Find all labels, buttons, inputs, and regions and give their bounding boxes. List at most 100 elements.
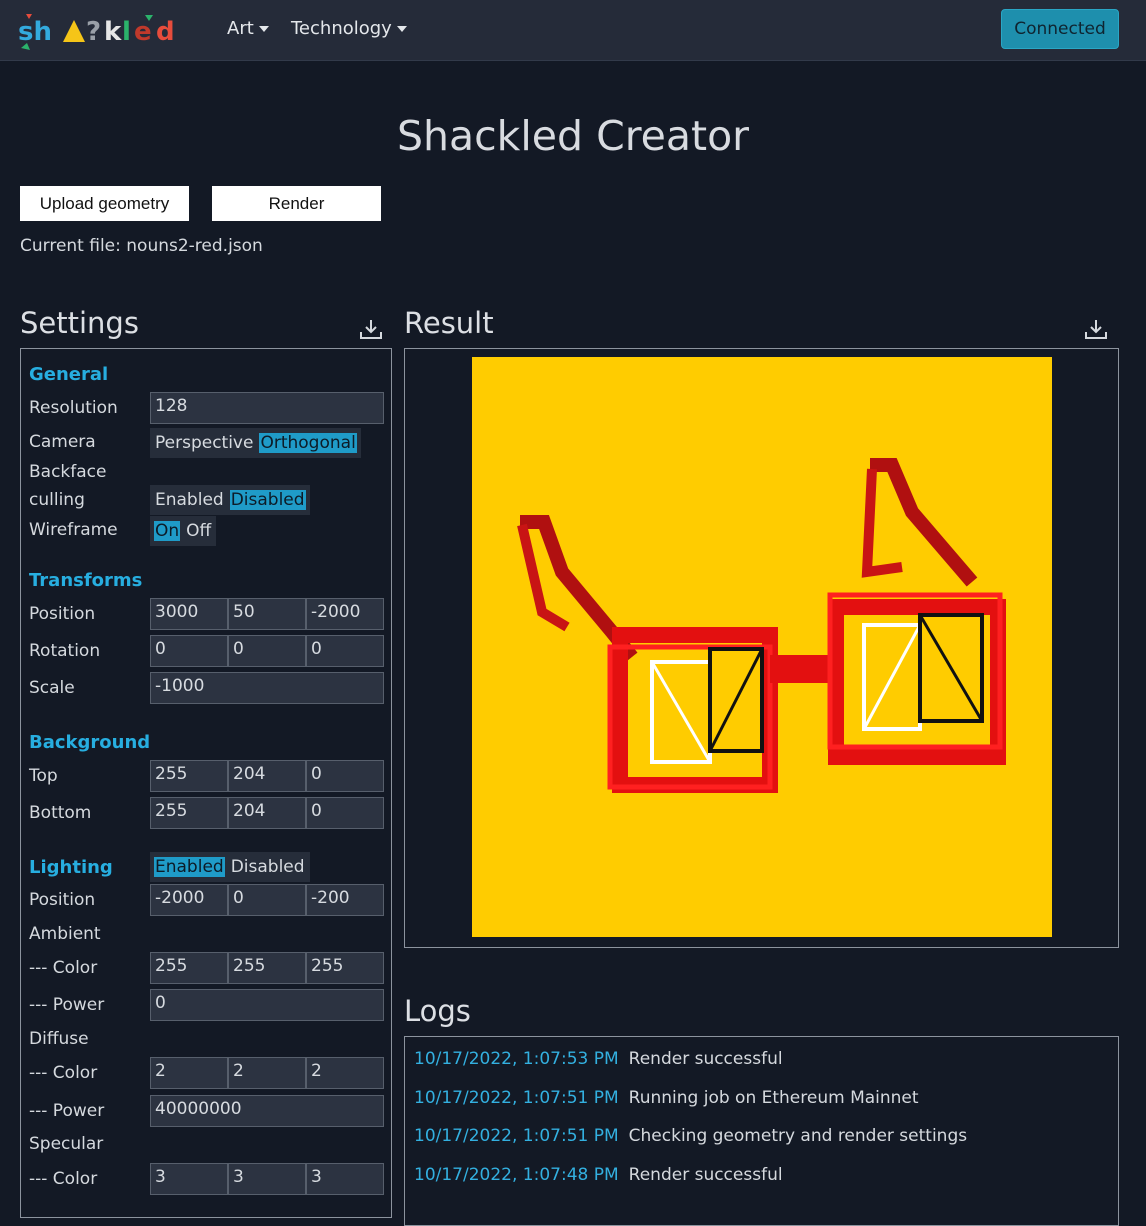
lighting-position-y-input[interactable]: 0: [228, 884, 306, 916]
nav-technology-label: Technology: [291, 18, 392, 39]
wireframe-on-option[interactable]: On: [154, 521, 181, 541]
camera-label: Camera: [29, 432, 96, 452]
background-top-g-input[interactable]: 204: [228, 760, 306, 792]
background-bottom-r-input[interactable]: 255: [150, 797, 228, 829]
position-z-input[interactable]: -2000: [306, 598, 384, 630]
svg-text:k: k: [104, 17, 122, 47]
rendered-glasses-image: [517, 458, 1006, 793]
position-x-input[interactable]: 3000: [150, 598, 228, 630]
log-time: 10/17/2022, 1:07:51 PM: [414, 1088, 619, 1108]
background-bottom-b-input[interactable]: 0: [306, 797, 384, 829]
lighting-position-label: Position: [29, 890, 96, 910]
diffuse-power-label: --- Power: [29, 1101, 105, 1121]
wireframe-toggle: On Off: [150, 516, 217, 546]
ambient-color-b-input[interactable]: 255: [306, 952, 384, 984]
specular-color-g-input[interactable]: 3: [228, 1163, 306, 1195]
background-heading: Background: [29, 732, 151, 753]
specular-color-b-input[interactable]: 3: [306, 1163, 384, 1195]
ambient-power-input[interactable]: 0: [150, 989, 384, 1021]
svg-text:sh: sh: [18, 17, 52, 47]
nav-technology-dropdown[interactable]: Technology: [291, 18, 407, 39]
log-message: Render successful: [628, 1049, 783, 1069]
camera-orthogonal-option[interactable]: Orthogonal: [259, 433, 357, 453]
rotation-z-input[interactable]: 0: [306, 635, 384, 667]
shackled-logo[interactable]: sh ? k l e d: [18, 10, 190, 52]
culling-label: culling: [29, 490, 85, 510]
background-top-label: Top: [29, 766, 58, 786]
position-label: Position: [29, 604, 96, 624]
backface-label: Backface: [29, 462, 107, 482]
specular-color-r-input[interactable]: 3: [150, 1163, 228, 1195]
backface-disabled-option[interactable]: Disabled: [229, 490, 306, 510]
background-top-r-input[interactable]: 255: [150, 760, 228, 792]
upload-geometry-button[interactable]: Upload geometry: [20, 186, 189, 221]
svg-text:l: l: [122, 17, 131, 47]
result-title: Result: [404, 306, 494, 340]
nav-art-dropdown[interactable]: Art: [227, 18, 269, 39]
diffuse-label: Diffuse: [29, 1029, 89, 1049]
lighting-position-x-input[interactable]: -2000: [150, 884, 228, 916]
download-result-icon[interactable]: [1084, 318, 1108, 340]
diffuse-power-input[interactable]: 40000000: [150, 1095, 384, 1127]
svg-text:?: ?: [86, 17, 101, 47]
wireframe-label: Wireframe: [29, 520, 118, 540]
lighting-position-z-input[interactable]: -200: [306, 884, 384, 916]
lighting-enabled-option[interactable]: Enabled: [154, 857, 225, 877]
log-time: 10/17/2022, 1:07:48 PM: [414, 1165, 619, 1185]
background-bottom-label: Bottom: [29, 803, 92, 823]
transforms-heading: Transforms: [29, 570, 143, 591]
caret-down-icon: [258, 26, 269, 32]
svg-text:e: e: [134, 17, 152, 47]
specular-label: Specular: [29, 1134, 104, 1154]
lighting-toggle: Enabled Disabled: [150, 852, 310, 882]
log-time: 10/17/2022, 1:07:53 PM: [414, 1049, 619, 1069]
connected-button[interactable]: Connected: [1001, 9, 1119, 49]
ambient-color-r-input[interactable]: 255: [150, 952, 228, 984]
result-panel: [404, 348, 1119, 948]
rotation-label: Rotation: [29, 641, 101, 661]
camera-perspective-option[interactable]: Perspective: [154, 433, 254, 453]
current-file-label: Current file: nouns2-red.json: [20, 236, 263, 256]
ambient-color-g-input[interactable]: 255: [228, 952, 306, 984]
rotation-x-input[interactable]: 0: [150, 635, 228, 667]
page-title: Shackled Creator: [396, 112, 750, 160]
log-entry: 10/17/2022, 1:07:51 PM Checking geometry …: [414, 1126, 967, 1146]
nav-art-label: Art: [227, 18, 254, 39]
backface-toggle: Enabled Disabled: [150, 485, 310, 515]
svg-text:d: d: [156, 17, 175, 47]
diffuse-color-g-input[interactable]: 2: [228, 1057, 306, 1089]
caret-down-icon: [396, 26, 407, 32]
diffuse-color-r-input[interactable]: 2: [150, 1057, 228, 1089]
render-button[interactable]: Render: [212, 186, 381, 221]
wireframe-off-option[interactable]: Off: [185, 521, 212, 541]
settings-title: Settings: [20, 306, 139, 340]
log-entry: 10/17/2022, 1:07:53 PM Render successful: [414, 1049, 783, 1069]
diffuse-color-label: --- Color: [29, 1063, 98, 1083]
scale-input[interactable]: -1000: [150, 672, 384, 704]
background-top-b-input[interactable]: 0: [306, 760, 384, 792]
log-message: Checking geometry and render settings: [628, 1126, 968, 1146]
diffuse-color-b-input[interactable]: 2: [306, 1057, 384, 1089]
background-bottom-g-input[interactable]: 204: [228, 797, 306, 829]
log-time: 10/17/2022, 1:07:51 PM: [414, 1126, 619, 1146]
lighting-heading: Lighting: [29, 857, 113, 878]
ambient-label: Ambient: [29, 924, 101, 944]
rotation-y-input[interactable]: 0: [228, 635, 306, 667]
download-settings-icon[interactable]: [359, 318, 383, 340]
scale-label: Scale: [29, 678, 75, 698]
render-output-image: [472, 357, 1052, 937]
log-message: Running job on Ethereum Mainnet: [628, 1088, 919, 1108]
ambient-color-label: --- Color: [29, 958, 98, 978]
settings-panel: General Resolution 128 Camera Perspectiv…: [20, 348, 392, 1218]
log-entry: 10/17/2022, 1:07:51 PM Running job on Eth…: [414, 1088, 919, 1108]
resolution-label: Resolution: [29, 398, 118, 418]
resolution-input[interactable]: 128: [150, 392, 384, 424]
specular-color-label: --- Color: [29, 1169, 98, 1189]
position-y-input[interactable]: 50: [228, 598, 306, 630]
ambient-power-label: --- Power: [29, 995, 105, 1015]
logs-title: Logs: [404, 994, 471, 1028]
general-heading: General: [29, 364, 109, 385]
navbar: sh ? k l e d Art Technology Connected: [0, 0, 1146, 61]
lighting-disabled-option[interactable]: Disabled: [230, 857, 306, 877]
backface-enabled-option[interactable]: Enabled: [154, 490, 225, 510]
